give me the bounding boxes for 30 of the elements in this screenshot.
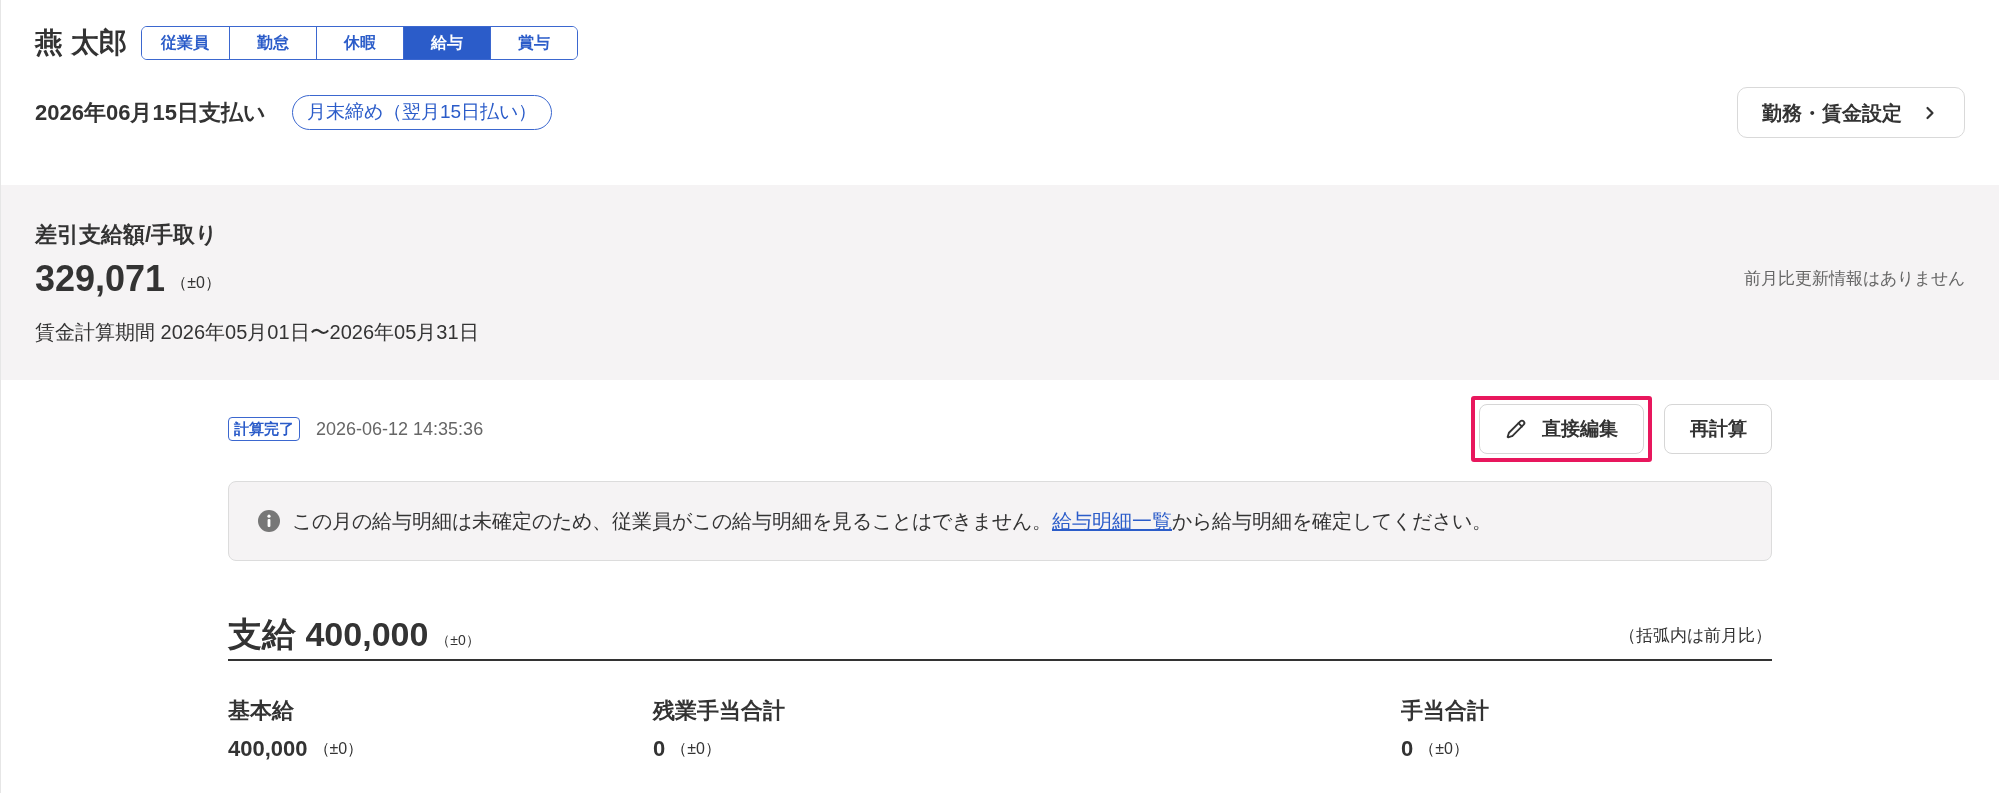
diff-text: （±0） bbox=[671, 739, 721, 759]
diff-text: （±0） bbox=[171, 273, 221, 293]
payment-date: 2026年06月15日支払い bbox=[35, 99, 266, 127]
item-label: 基本給 bbox=[228, 697, 294, 725]
net-pay-amount: 329,071 bbox=[35, 257, 166, 301]
earnings-heading: 支給 400,000 bbox=[228, 614, 429, 655]
edit-button[interactable]: 直接編集 bbox=[1479, 404, 1644, 454]
info-icon bbox=[258, 510, 280, 532]
diff-text: （±0） bbox=[1419, 739, 1469, 759]
notice-text: この月の給与明細は未確定のため、従業員がこの給与明細を見ることはできません。給与明細一覧から給与明細を確定してください。 bbox=[292, 509, 1492, 534]
item-value: 0 bbox=[653, 735, 666, 763]
notice-link[interactable]: 給与明細一覧 bbox=[1052, 510, 1172, 532]
settings-button[interactable]: 勤務・賃金設定 bbox=[1737, 87, 1965, 138]
comparison-note: 前月比更新情報はありません bbox=[1744, 268, 1965, 291]
item-label: 残業手当合計 bbox=[653, 697, 785, 725]
comparison-legend: （括弧内は前月比） bbox=[1619, 625, 1772, 647]
pencil-icon bbox=[1505, 419, 1526, 439]
calculation-timestamp: 2026-06-12 14:35:36 bbox=[316, 417, 484, 441]
recalculate-button[interactable]: 再計算 bbox=[1664, 404, 1772, 454]
diff-text: （±0） bbox=[436, 631, 480, 649]
tab[interactable]: 賞与 bbox=[489, 27, 577, 59]
employee-name: 燕 太郎 bbox=[35, 26, 127, 60]
summary-title: 差引支給額/手取り bbox=[35, 221, 219, 249]
item-label: 手当合計 bbox=[1401, 697, 1489, 725]
status-badge: 計算完了 bbox=[228, 417, 300, 441]
item-value: 0 bbox=[1401, 735, 1414, 763]
item-value: 400,000 bbox=[228, 735, 308, 763]
pay-period: 賃金計算期間 2026年05月01日〜2026年05月31日 bbox=[35, 320, 479, 345]
tab[interactable]: 給与 bbox=[402, 27, 490, 59]
diff-text: （±0） bbox=[313, 739, 364, 759]
